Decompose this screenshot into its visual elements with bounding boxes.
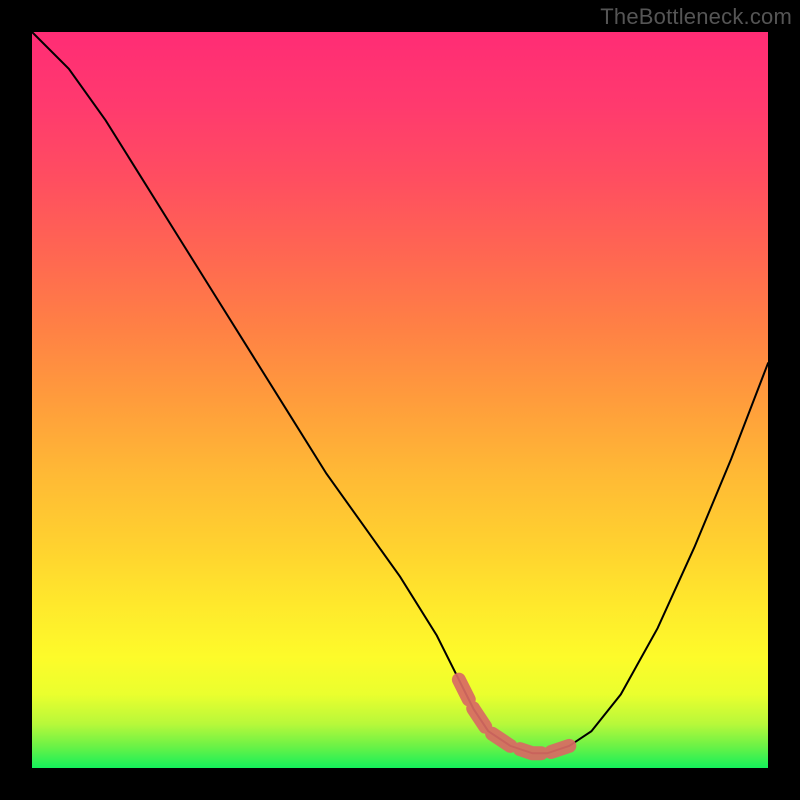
watermark-text: TheBottleneck.com xyxy=(600,4,792,30)
optimal-band xyxy=(459,680,569,754)
plot-area xyxy=(32,32,768,768)
chart-frame: TheBottleneck.com xyxy=(0,0,800,800)
chart-svg xyxy=(32,32,768,768)
bottleneck-curve xyxy=(32,32,768,753)
